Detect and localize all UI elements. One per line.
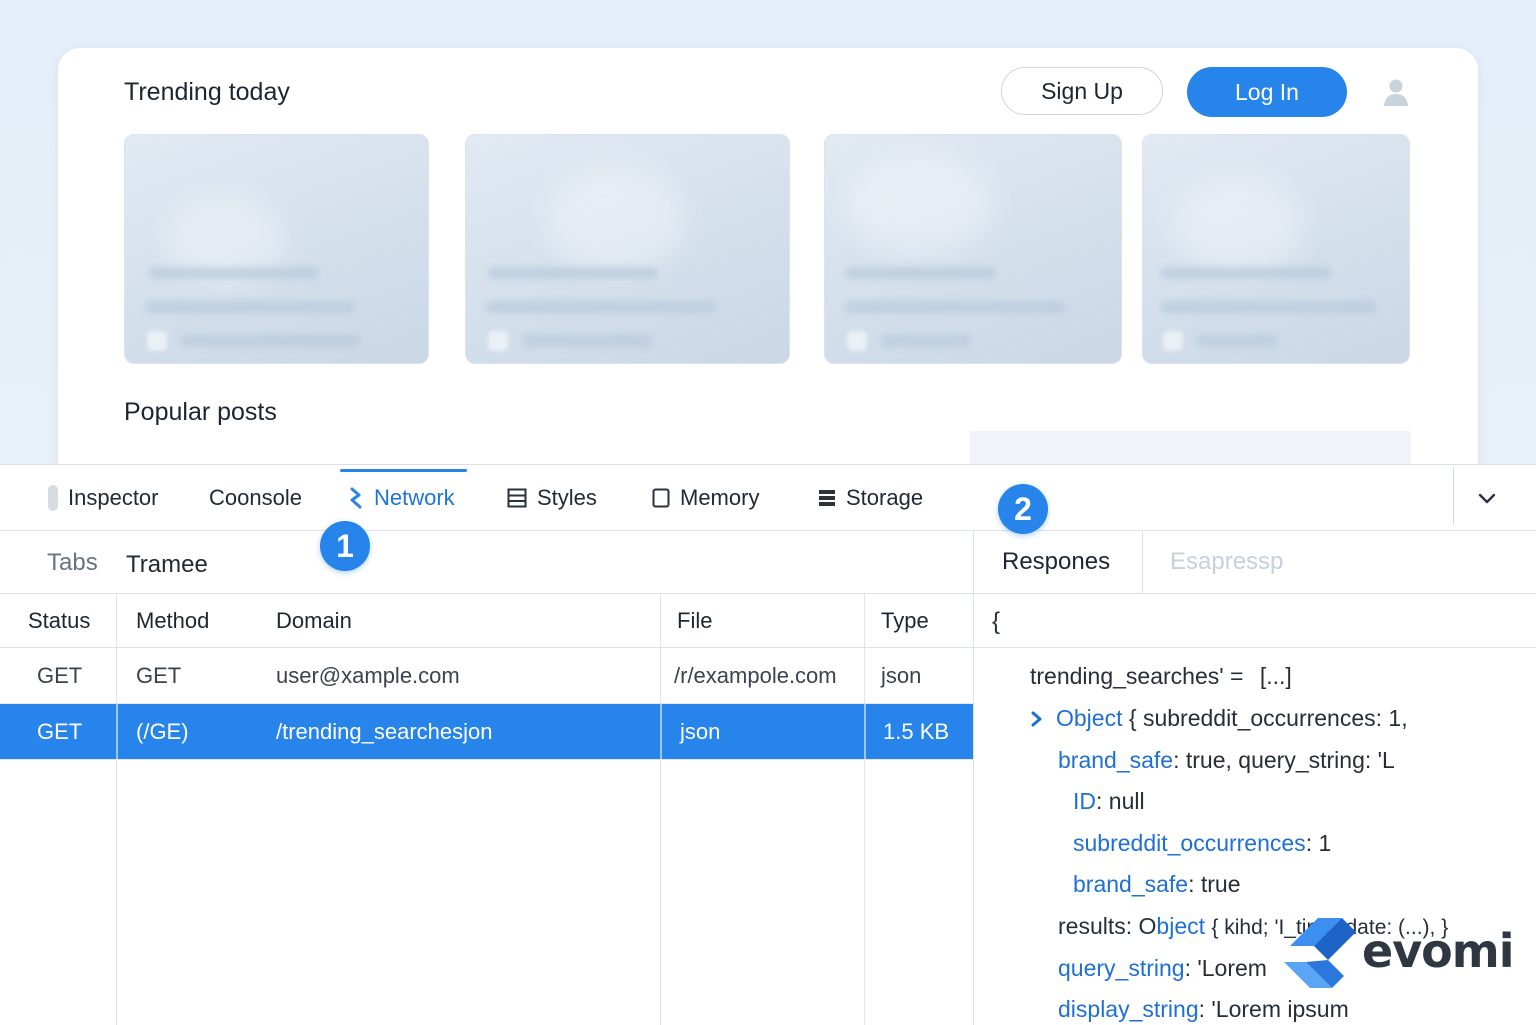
json-value: { subreddit_occurrences: 1, (1128, 705, 1408, 731)
table-row[interactable]: GET GET user@xample.com /r/exampole.com … (0, 648, 973, 703)
tab-divider (1142, 531, 1143, 593)
frame-filter[interactable]: Tramee (126, 551, 208, 579)
watermark-text: evomi (1362, 924, 1514, 978)
tab-label: Styles (537, 484, 597, 510)
tab-label: Memory (680, 484, 760, 510)
popular-posts-title: Popular posts (124, 398, 277, 426)
json-key: Object (1056, 705, 1123, 731)
response-tabs: Respones Esapressp (974, 531, 1536, 594)
network-subbar: Tabs Tramee (0, 531, 973, 594)
memory-icon (652, 488, 670, 507)
column-header-domain[interactable]: Domain (276, 594, 352, 647)
column-header-status[interactable]: Status (28, 594, 90, 647)
json-line: brand_safe: true (1073, 871, 1241, 898)
tab-network[interactable]: Network (340, 465, 467, 530)
row-method: GET (136, 662, 182, 688)
storage-icon (819, 489, 835, 506)
row-file: /r/exampole.com (674, 662, 837, 688)
callout-badge-1: 1 (320, 521, 370, 571)
json-value: : true, query_string: 'L (1173, 747, 1395, 773)
json-value: : null (1096, 788, 1145, 814)
inspector-icon (48, 484, 58, 511)
table-row-selected[interactable]: GET (/GE) /trending_searchesjon json 1.5… (0, 704, 973, 759)
json-key: ID (1073, 788, 1096, 814)
request-table: Status Method Domain File Type GET GET u… (0, 594, 973, 1025)
column-header-file[interactable]: File (677, 594, 712, 647)
tab-memory[interactable]: Memory (652, 465, 759, 530)
row-divider (0, 759, 973, 760)
network-icon (350, 487, 362, 508)
trending-card-3[interactable] (824, 134, 1122, 364)
json-key: brand_safe (1073, 871, 1189, 897)
trending-card-4[interactable] (1142, 134, 1410, 364)
json-value: : 1 (1305, 830, 1332, 856)
tab-label: Inspector (68, 484, 159, 510)
toolbar-divider (1453, 467, 1454, 525)
log-in-button[interactable]: Log In (1187, 67, 1347, 117)
json-value: : true (1188, 871, 1241, 897)
row-method: (/GE) (136, 718, 189, 744)
tabs-filter[interactable]: Tabs (47, 549, 98, 577)
trending-title: Trending today (124, 78, 290, 106)
json-line: brand_safe: true, query_string: 'L (1058, 747, 1395, 774)
json-line: subreddit_occurrences: 1 (1073, 830, 1331, 857)
json-value: : 'Lorem (1184, 955, 1267, 981)
row-type: json (881, 662, 922, 688)
devtools-toolbar: Inspector Coonsole Network Styles Memory (0, 465, 1536, 531)
json-key: subreddit_occurrences (1073, 830, 1306, 856)
row-file: json (680, 718, 721, 744)
styles-icon (507, 488, 527, 507)
trending-card-2[interactable] (465, 134, 790, 364)
tab-styles[interactable]: Styles (507, 465, 597, 530)
json-divider (974, 647, 1536, 648)
json-key: display_string (1058, 996, 1199, 1022)
row-domain: user@xample.com (276, 662, 460, 688)
expand-arrow-icon[interactable] (1030, 711, 1044, 727)
row-status: GET (37, 718, 83, 744)
json-key: query_string (1058, 955, 1185, 981)
tab-expression[interactable]: Esapressp (1170, 548, 1283, 576)
tab-response[interactable]: Respones (1002, 548, 1110, 576)
row-status: GET (37, 662, 83, 688)
json-key: brand_safe (1058, 747, 1174, 773)
json-key: results: O (1058, 913, 1157, 939)
row-type: 1.5 KB (883, 718, 950, 744)
row-domain: /trending_searchesjon (276, 718, 493, 744)
json-open-brace: { (992, 608, 1001, 635)
callout-badge-2: 2 (998, 484, 1048, 534)
tab-inspector[interactable]: Inspector (48, 465, 159, 530)
json-line: query_string: 'Lorem (1058, 955, 1267, 982)
json-line: display_string: 'Lorem ipsum (1058, 996, 1349, 1023)
column-header-method[interactable]: Method (136, 594, 209, 647)
tab-storage[interactable]: Storage (818, 465, 923, 530)
json-type: bject (1156, 913, 1206, 939)
json-line: trending_searches' = [...] (1030, 663, 1292, 690)
json-key: trending_searches' = (1030, 663, 1244, 689)
json-line[interactable]: Object { subreddit_occurrences: 1, (1030, 705, 1408, 732)
user-avatar-icon[interactable] (1380, 76, 1412, 108)
json-line: ID: null (1073, 788, 1145, 815)
tab-label: Coonsole (209, 484, 302, 510)
sign-up-button[interactable]: Sign Up (1001, 67, 1163, 115)
tab-label: Storage (846, 484, 924, 510)
column-header-type[interactable]: Type (881, 594, 929, 647)
tab-console[interactable]: Coonsole (209, 465, 302, 530)
tab-label: Network (374, 484, 455, 510)
json-value: : 'Lorem ipsum (1198, 996, 1349, 1022)
trending-card-1[interactable] (124, 134, 429, 364)
chevron-down-icon[interactable] (1476, 487, 1498, 509)
json-value: [...] (1259, 663, 1292, 689)
